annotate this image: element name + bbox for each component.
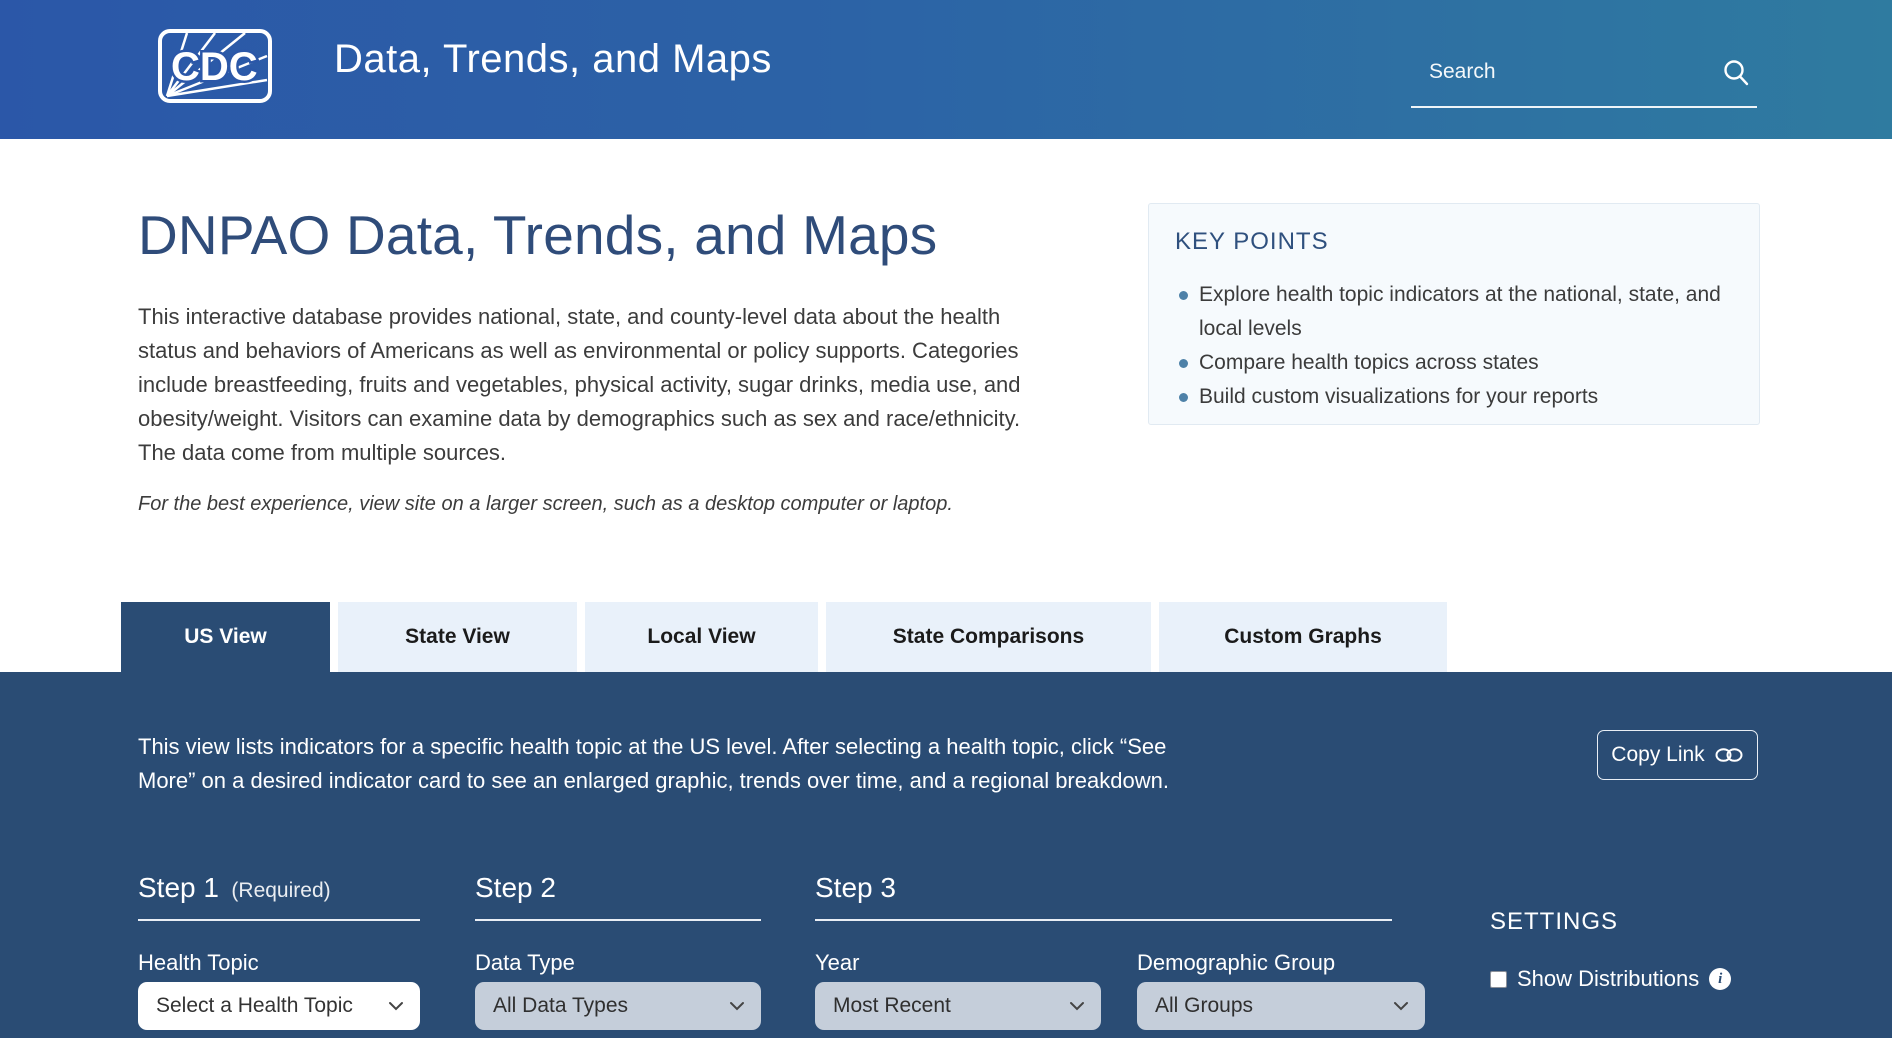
tab-state-view[interactable]: State View (338, 602, 577, 672)
show-distributions-checkbox[interactable] (1490, 971, 1507, 988)
info-icon[interactable]: i (1709, 968, 1731, 990)
app-header: CDC Data, Trends, and Maps (0, 0, 1892, 139)
cdc-logo-text: CDC (171, 45, 258, 89)
tab-us-view[interactable]: US View (121, 602, 330, 672)
search-input[interactable] (1411, 60, 1721, 98)
tab-custom-graphs[interactable]: Custom Graphs (1159, 602, 1447, 672)
step-3-rule (815, 919, 1392, 921)
key-point-item: Compare health topics across states (1175, 346, 1735, 380)
data-type-value: All Data Types (493, 994, 628, 1018)
key-points-box: KEY POINTS Explore health topic indicato… (1148, 203, 1760, 425)
step-1-label: Step 1 (138, 872, 219, 903)
step-3-label: Step 3 (815, 872, 896, 903)
app-title: Data, Trends, and Maps (334, 37, 772, 82)
chevron-down-icon (1069, 1001, 1085, 1011)
step-2-label: Step 2 (475, 872, 556, 903)
step-1-rule (138, 919, 420, 921)
cdc-logo[interactable]: CDC (157, 28, 273, 104)
demographic-group-select[interactable]: All Groups (1137, 982, 1425, 1030)
step-3-heading: Step 3 (815, 872, 896, 904)
us-view-panel: This view lists indicators for a specifi… (0, 672, 1892, 1038)
data-type-select[interactable]: All Data Types (475, 982, 761, 1030)
demographic-group-value: All Groups (1155, 994, 1253, 1018)
step-1-required-note: (Required) (231, 879, 330, 902)
search-bar (1411, 52, 1757, 108)
health-topic-select[interactable]: Select a Health Topic (138, 982, 420, 1030)
step-2-rule (475, 919, 761, 921)
page: CDC Data, Trends, and Maps DNPAO Data, T… (0, 0, 1892, 1038)
chevron-down-icon (1393, 1001, 1409, 1011)
best-experience-note: For the best experience, view site on a … (138, 493, 1098, 516)
key-point-item: Explore health topic indicators at the n… (1175, 278, 1735, 346)
view-tabs: US View State View Local View State Comp… (121, 602, 1447, 672)
year-value: Most Recent (833, 994, 951, 1018)
step-2-heading: Step 2 (475, 872, 556, 904)
chevron-down-icon (388, 1001, 404, 1011)
key-points-title: KEY POINTS (1175, 228, 1735, 256)
show-distributions-row: Show Distributions i (1490, 966, 1731, 992)
copy-link-button[interactable]: Copy Link (1597, 730, 1758, 780)
health-topic-value: Select a Health Topic (156, 994, 353, 1018)
data-type-label: Data Type (475, 950, 575, 976)
settings-title: SETTINGS (1490, 908, 1618, 936)
key-point-item: Build custom visualizations for your rep… (1175, 380, 1735, 414)
tab-local-view[interactable]: Local View (585, 602, 818, 672)
key-points-list: Explore health topic indicators at the n… (1175, 278, 1735, 414)
copy-link-label: Copy Link (1611, 743, 1704, 767)
page-description: This interactive database provides natio… (138, 300, 1043, 470)
health-topic-label: Health Topic (138, 950, 259, 976)
year-select[interactable]: Most Recent (815, 982, 1101, 1030)
us-view-intro: This view lists indicators for a specifi… (138, 730, 1198, 798)
page-title: DNPAO Data, Trends, and Maps (138, 203, 937, 267)
chevron-down-icon (729, 1001, 745, 1011)
link-icon (1714, 747, 1744, 763)
tab-state-comparisons[interactable]: State Comparisons (826, 602, 1151, 672)
show-distributions-label: Show Distributions (1517, 966, 1699, 992)
search-icon[interactable] (1721, 58, 1751, 88)
year-label: Year (815, 950, 859, 976)
step-1-heading: Step 1 (Required) (138, 872, 331, 904)
demographic-group-label: Demographic Group (1137, 950, 1335, 976)
